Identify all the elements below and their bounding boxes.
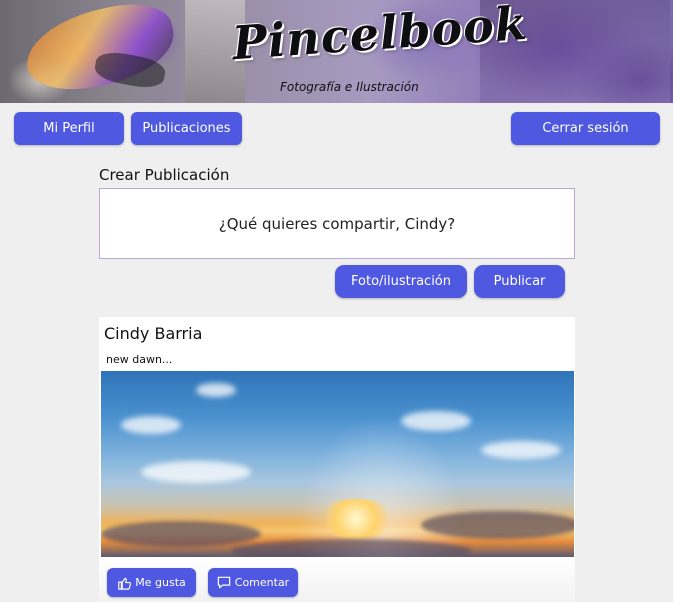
post-card: Cindy Barria new dawn... Me gusta Coment…	[99, 317, 575, 602]
like-button[interactable]: Me gusta	[107, 568, 196, 597]
image-cloud	[401, 411, 471, 431]
thumbs-up-icon	[118, 577, 132, 590]
logout-button[interactable]: Cerrar sesión	[511, 112, 660, 145]
create-post-input[interactable]: ¿Qué quieres compartir, Cindy?	[99, 188, 575, 259]
like-label: Me gusta	[135, 576, 186, 589]
post-actions: Me gusta Comentar	[99, 557, 575, 602]
comment-button[interactable]: Comentar	[208, 568, 298, 597]
comment-icon	[217, 576, 231, 589]
image-cloud	[196, 383, 236, 397]
image-low-cloud	[101, 521, 261, 547]
post-text: new dawn...	[106, 353, 173, 366]
my-profile-button[interactable]: Mi Perfil	[14, 112, 124, 145]
create-post-prompt: ¿Qué quieres compartir, Cindy?	[218, 214, 456, 233]
site-tagline: Fotografía e Ilustración	[280, 80, 419, 94]
posts-button[interactable]: Publicaciones	[131, 112, 242, 145]
header-banner: Pincelbook Fotografía e Ilustración	[0, 0, 673, 103]
image-sun	[316, 499, 396, 539]
comment-label: Comentar	[234, 576, 290, 589]
publish-button[interactable]: Publicar	[474, 265, 565, 298]
add-photo-button[interactable]: Foto/ilustración	[335, 265, 467, 298]
create-post-title: Crear Publicación	[99, 166, 230, 184]
image-cloud	[141, 461, 251, 483]
image-cloud	[481, 441, 561, 459]
image-low-cloud	[231, 539, 471, 557]
image-low-cloud	[421, 511, 574, 539]
post-author: Cindy Barria	[104, 324, 203, 343]
post-image[interactable]	[101, 371, 574, 557]
image-cloud	[121, 416, 181, 434]
